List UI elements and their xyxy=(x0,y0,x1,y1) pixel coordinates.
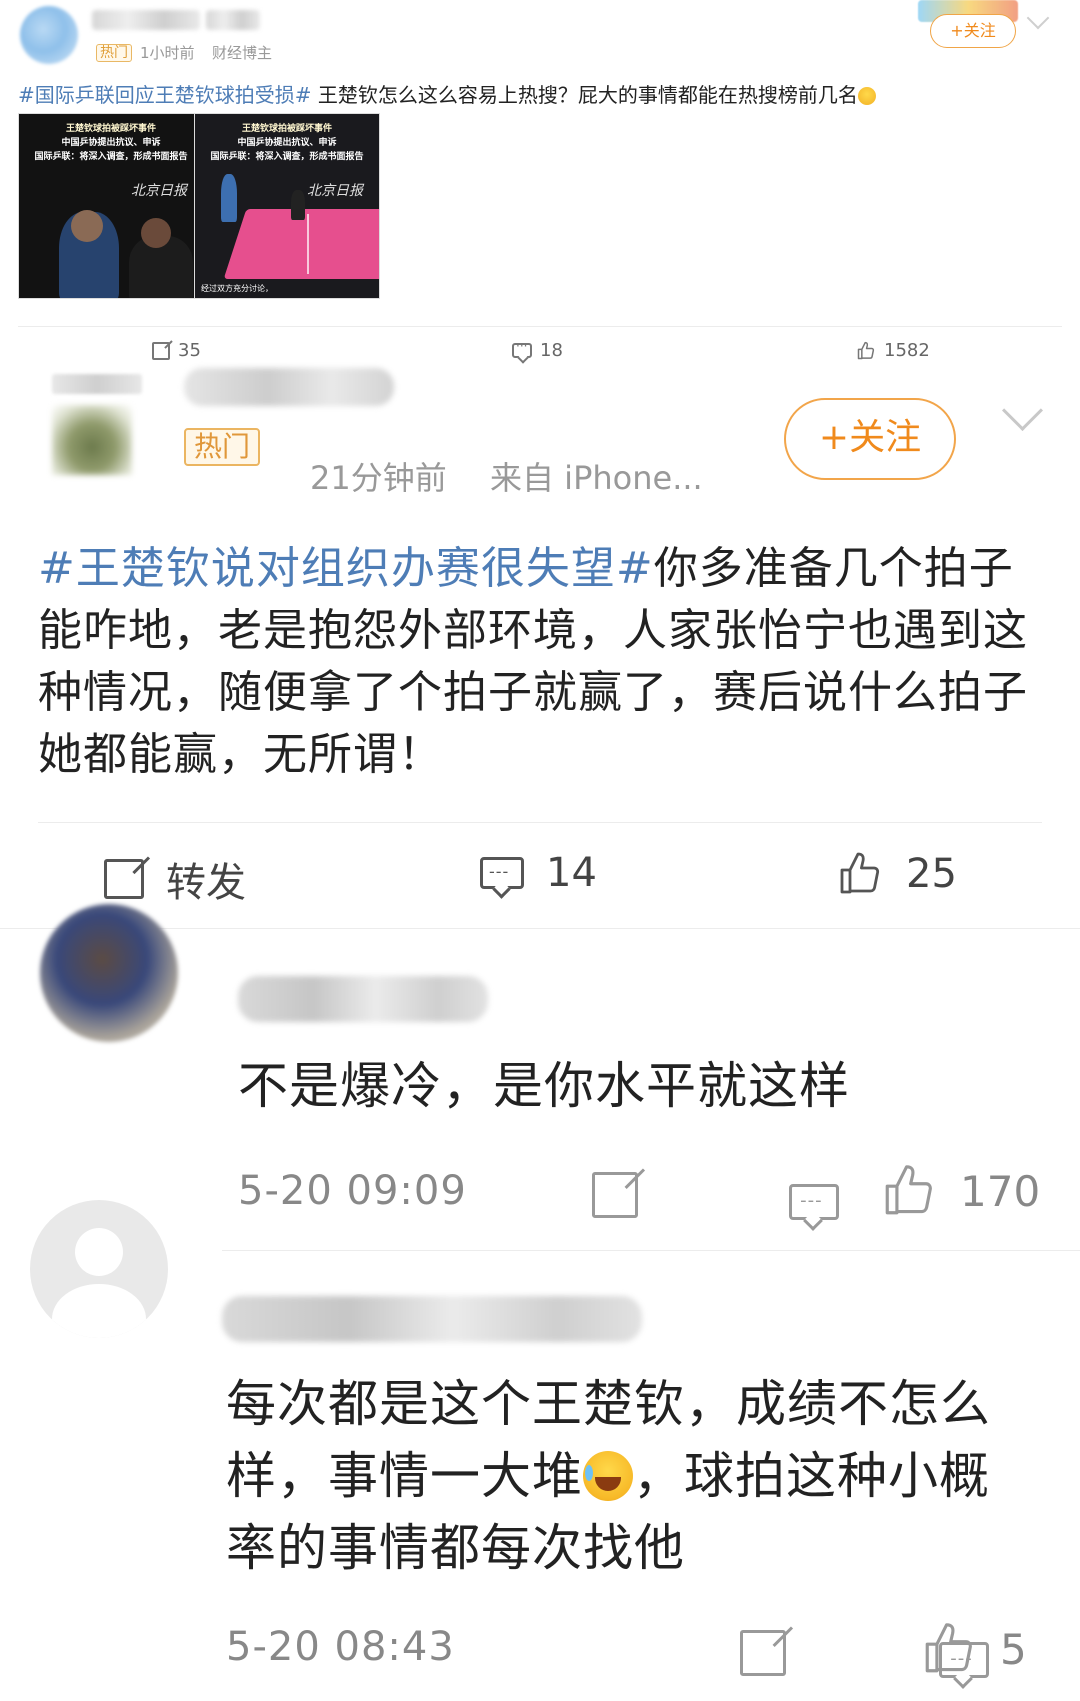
comment-icon xyxy=(480,857,524,889)
person-head xyxy=(71,210,103,242)
author-badge-blurred xyxy=(206,10,260,30)
chevron-down-icon[interactable] xyxy=(1001,389,1044,432)
like-icon xyxy=(857,341,875,359)
comment-action[interactable]: 14 xyxy=(480,850,597,896)
like-action[interactable]: 170 xyxy=(880,1162,1040,1220)
share-icon xyxy=(152,341,170,360)
divider xyxy=(222,1250,1080,1251)
laugh-cry-emoji xyxy=(583,1451,633,1501)
follow-button[interactable]: +关注 xyxy=(930,14,1016,48)
hot-tag: 热门 xyxy=(96,44,132,62)
post-source: 来自 iPhone... xyxy=(490,459,703,497)
post-image-2[interactable]: 王楚钦球拍被踩坏事件 中国乒协提出抗议、申诉 国际乒联：将深入调查，形成书面报告… xyxy=(194,113,380,299)
commenter-name-blurred[interactable] xyxy=(222,1296,642,1342)
person-head xyxy=(141,218,171,248)
like-icon xyxy=(840,852,880,894)
comment-icon xyxy=(512,339,532,358)
image-caption: 经过双方充分讨论， xyxy=(201,284,273,293)
default-avatar-icon[interactable] xyxy=(30,1200,168,1338)
share-icon xyxy=(104,859,144,899)
referee-figure xyxy=(221,174,237,222)
player-figure xyxy=(291,190,305,220)
chevron-down-icon[interactable] xyxy=(1026,6,1050,30)
topic-hashtag[interactable]: #王楚钦说对组织办赛很失望# xyxy=(38,543,654,594)
comment-icon[interactable] xyxy=(789,1184,840,1220)
share-action[interactable]: 35 xyxy=(152,340,201,361)
topic-hashtag[interactable]: #国际乒联回应王楚钦球拍受损# xyxy=(18,83,312,107)
like-count: 170 xyxy=(960,1166,1041,1216)
comment-text: 不是爆冷，是你水平就这样 xyxy=(238,1057,850,1115)
author-name-blurred[interactable] xyxy=(184,368,394,406)
like-count: 1582 xyxy=(884,340,930,361)
divider xyxy=(18,326,1062,327)
post-body: 王楚钦怎么这么容易上热搜？屁大的事情都能在热搜榜前几名 xyxy=(311,83,858,107)
image-headline: 王楚钦球拍被踩坏事件 中国乒协提出抗议、申诉 国际乒联：将深入调查，形成书面报告 xyxy=(210,124,364,162)
share-action[interactable]: 转发 xyxy=(104,850,246,908)
commenter-name-blurred[interactable] xyxy=(238,976,488,1022)
share-icon[interactable] xyxy=(740,1630,787,1676)
post-text: #王楚钦说对组织办赛很失望#你多准备几个拍子能咋地，老是抱怨外部环境，人家张怡宁… xyxy=(38,538,1048,786)
comment-count: 18 xyxy=(540,340,563,361)
author-name-blurred[interactable] xyxy=(92,10,200,30)
comment-action[interactable]: 18 xyxy=(512,339,563,361)
comment-time: 5-20 08:43 xyxy=(226,1624,455,1670)
share-label: 转发 xyxy=(166,860,246,906)
image-headline: 王楚钦球拍被踩坏事件 中国乒协提出抗议、申诉 国际乒联：将深入调查，形成书面报告 xyxy=(34,124,188,162)
comment-count: 14 xyxy=(546,850,597,896)
share-count: 35 xyxy=(178,340,201,361)
like-icon xyxy=(925,1623,972,1673)
hot-tag: 热门 xyxy=(184,428,261,466)
like-action[interactable]: 25 xyxy=(836,850,957,898)
like-count: 5 xyxy=(1000,1624,1027,1674)
post-time: 21分钟前 xyxy=(310,459,447,497)
commenter-avatar[interactable] xyxy=(40,904,178,1042)
like-icon xyxy=(885,1165,932,1215)
avatar-label-blurred xyxy=(52,374,142,394)
laugh-cry-emoji xyxy=(857,87,876,105)
comment-text: 每次都是这个王楚钦，成绩不怎么样，事情一大堆 ，球拍这种小概率的事情都每次找他 xyxy=(226,1368,1006,1584)
like-count: 25 xyxy=(906,851,957,897)
author-avatar[interactable] xyxy=(20,6,78,64)
comment-time: 5-20 09:09 xyxy=(238,1168,467,1214)
divider xyxy=(38,822,1042,823)
table-net xyxy=(307,214,309,274)
post-image-1[interactable]: 王楚钦球拍被踩坏事件 中国乒协提出抗议、申诉 国际乒联：将深入调查，形成书面报告… xyxy=(18,113,204,299)
newspaper-seal: 北京日报 xyxy=(131,183,187,199)
author-avatar[interactable] xyxy=(52,405,132,475)
post-time: 1小时前 xyxy=(140,44,195,62)
author-type: 财经博主 xyxy=(212,44,273,62)
follow-button[interactable]: +关注 xyxy=(784,398,956,480)
post-text: #国际乒联回应王楚钦球拍受损# 王楚钦怎么这么容易上热搜？屁大的事情都能在热搜榜… xyxy=(18,80,1058,110)
like-action[interactable]: 5 xyxy=(920,1620,1027,1678)
share-icon[interactable] xyxy=(592,1172,638,1218)
newspaper-seal: 北京日报 xyxy=(307,183,363,199)
like-action[interactable]: 1582 xyxy=(856,340,930,361)
